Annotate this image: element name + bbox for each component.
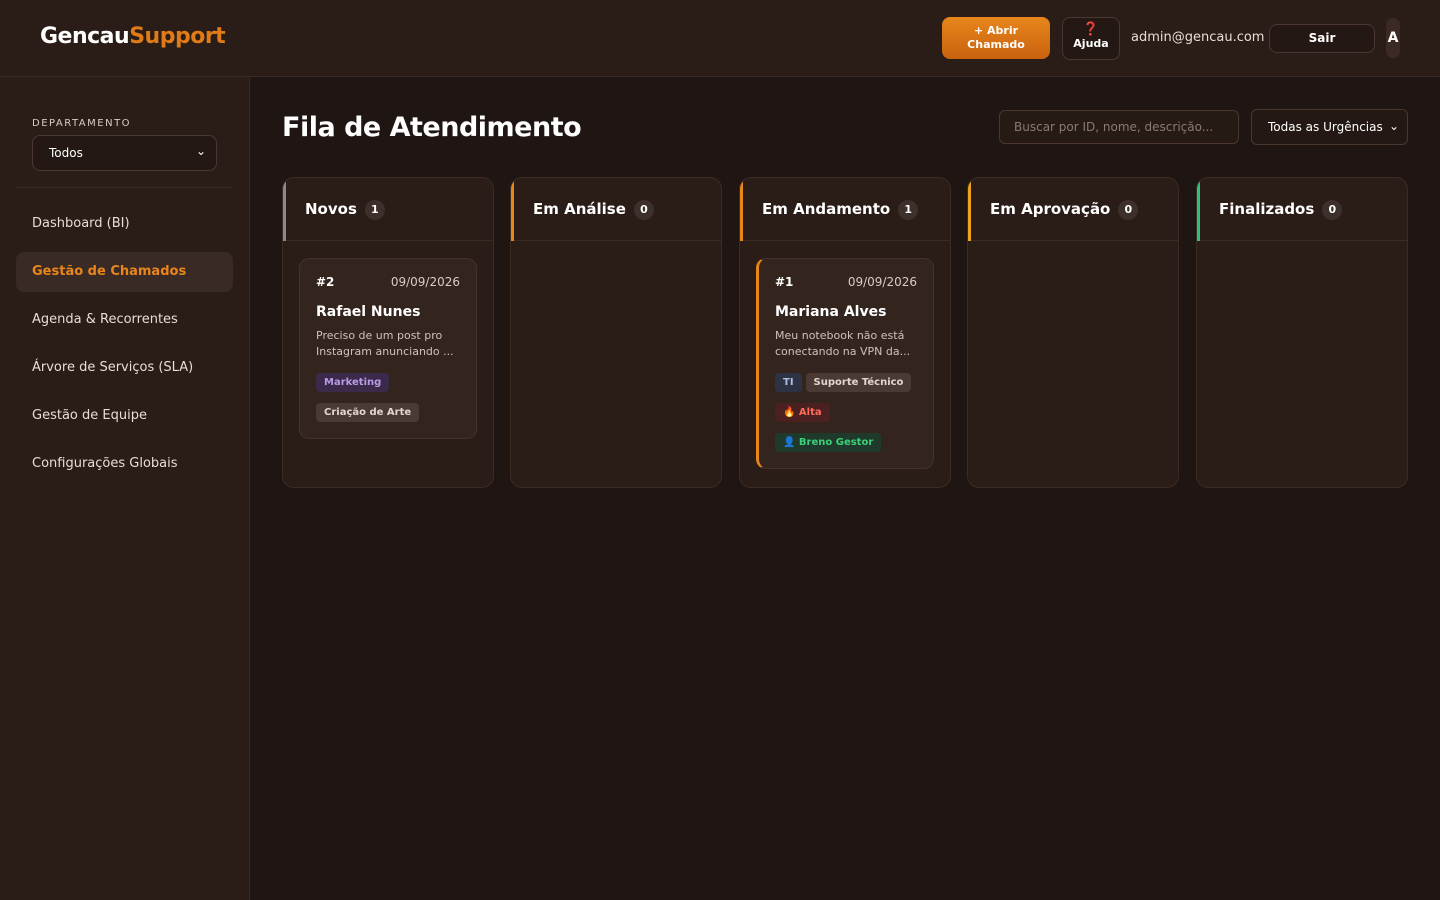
column-title: Em Aprovação bbox=[990, 200, 1111, 218]
ticket-tags: TI Suporte Técnico 🔥 Alta 👤 Breno Gestor bbox=[775, 370, 917, 452]
ticket-card[interactable]: #2 09/09/2026 Rafael Nunes Preciso de um… bbox=[299, 258, 477, 439]
column-accent-bar bbox=[1197, 178, 1200, 241]
question-icon: ❓ bbox=[1082, 22, 1100, 37]
urgency-tag: 🔥 Alta bbox=[775, 403, 830, 422]
sidebar-item-tickets[interactable]: Gestão de Chamados bbox=[16, 252, 233, 292]
column-header: Finalizados 0 bbox=[1197, 178, 1407, 241]
department-tag: TI bbox=[775, 373, 802, 392]
column-count-badge: 0 bbox=[633, 200, 654, 220]
sidebar: DEPARTAMENTO Todos ⌄ Dashboard (BI) Gest… bbox=[0, 77, 250, 900]
ticket-id: #2 bbox=[316, 275, 335, 289]
department-select-value: Todos bbox=[49, 146, 83, 160]
department-tag: Marketing bbox=[316, 373, 390, 392]
kanban-column-em-aprovacao: Em Aprovação 0 bbox=[967, 177, 1179, 488]
column-count-badge: 1 bbox=[364, 200, 385, 220]
user-email: admin@gencau.com bbox=[1131, 30, 1265, 45]
ticket-description-line1: Preciso de um post pro bbox=[316, 329, 443, 342]
column-header: Em Andamento 1 bbox=[740, 178, 950, 241]
help-label: Ajuda bbox=[1073, 37, 1109, 50]
ticket-requester: Mariana Alves bbox=[775, 304, 887, 320]
column-title: Novos bbox=[305, 200, 357, 218]
chevron-down-icon: ⌄ bbox=[1388, 119, 1399, 133]
ticket-description-line2: Instagram anunciando ... bbox=[316, 345, 454, 358]
column-accent-bar bbox=[740, 178, 743, 241]
avatar[interactable]: A bbox=[1386, 18, 1400, 58]
ticket-description-line1: Meu notebook não está bbox=[775, 329, 905, 342]
kanban-column-em-analise: Em Análise 0 bbox=[510, 177, 722, 488]
column-header: Novos 1 bbox=[283, 178, 493, 241]
column-accent-bar bbox=[511, 178, 514, 241]
open-ticket-button[interactable]: + Abrir Chamado bbox=[942, 17, 1050, 59]
sidebar-item-service-tree[interactable]: Árvore de Serviços (SLA) bbox=[16, 348, 233, 388]
open-ticket-label-line2: Chamado bbox=[967, 38, 1025, 51]
logout-button[interactable]: Sair bbox=[1269, 24, 1375, 53]
ticket-description-line2: conectando na VPN da... bbox=[775, 345, 911, 358]
ticket-requester: Rafael Nunes bbox=[316, 304, 421, 320]
logo-part-2: Support bbox=[129, 24, 226, 49]
column-title: Finalizados bbox=[1219, 200, 1315, 218]
sidebar-item-schedule[interactable]: Agenda & Recorrentes bbox=[16, 300, 233, 340]
department-label: DEPARTAMENTO bbox=[32, 118, 132, 129]
column-header: Em Aprovação 0 bbox=[968, 178, 1178, 241]
column-header: Em Análise 0 bbox=[511, 178, 721, 241]
top-header: GencauSupport + Abrir Chamado ❓ Ajuda ad… bbox=[0, 0, 1440, 77]
app-logo[interactable]: GencauSupport bbox=[40, 24, 226, 49]
assignee-tag: 👤 Breno Gestor bbox=[775, 433, 882, 452]
search-input[interactable]: Buscar por ID, nome, descrição... bbox=[999, 110, 1239, 144]
kanban-column-em-andamento: Em Andamento 1 #1 09/09/2026 Mariana Alve… bbox=[739, 177, 951, 488]
urgency-filter-select[interactable]: Todas as Urgências ⌄ bbox=[1251, 109, 1408, 145]
ticket-description: Meu notebook não está conectando na VPN … bbox=[775, 328, 917, 360]
chevron-down-icon: ⌄ bbox=[195, 144, 206, 158]
column-accent-bar bbox=[968, 178, 971, 241]
ticket-description: Preciso de um post pro Instagram anuncia… bbox=[316, 328, 460, 360]
kanban-column-finalizados: Finalizados 0 bbox=[1196, 177, 1408, 488]
sidebar-item-settings[interactable]: Configurações Globais bbox=[16, 444, 233, 484]
sidebar-item-dashboard[interactable]: Dashboard (BI) bbox=[16, 204, 233, 244]
column-count-badge: 0 bbox=[1322, 200, 1343, 220]
help-button[interactable]: ❓ Ajuda bbox=[1062, 17, 1120, 60]
column-count-badge: 1 bbox=[898, 200, 919, 220]
column-accent-bar bbox=[283, 178, 286, 241]
kanban-column-novos: Novos 1 #2 09/09/2026 Rafael Nunes Precis… bbox=[282, 177, 494, 488]
ticket-date: 09/09/2026 bbox=[847, 275, 917, 289]
sidebar-item-team[interactable]: Gestão de Equipe bbox=[16, 396, 233, 436]
column-count-badge: 0 bbox=[1118, 200, 1139, 220]
sidebar-divider bbox=[16, 187, 233, 188]
open-ticket-label-line1: + Abrir bbox=[973, 24, 1019, 37]
ticket-date: 09/09/2026 bbox=[390, 275, 460, 289]
ticket-card[interactable]: #1 09/09/2026 Mariana Alves Meu notebook… bbox=[756, 258, 934, 469]
service-tag: Criação de Arte bbox=[316, 403, 420, 422]
column-title: Em Andamento bbox=[762, 200, 891, 218]
column-title: Em Análise bbox=[533, 200, 626, 218]
department-select[interactable]: Todos ⌄ bbox=[32, 135, 217, 171]
ticket-id: #1 bbox=[775, 275, 794, 289]
service-tag: Suporte Técnico bbox=[805, 373, 912, 392]
logo-part-1: Gencau bbox=[40, 24, 130, 49]
urgency-filter-value: Todas as Urgências bbox=[1268, 120, 1383, 134]
ticket-tags: Marketing Criação de Arte bbox=[316, 370, 460, 422]
page-title: Fila de Atendimento bbox=[282, 112, 582, 143]
